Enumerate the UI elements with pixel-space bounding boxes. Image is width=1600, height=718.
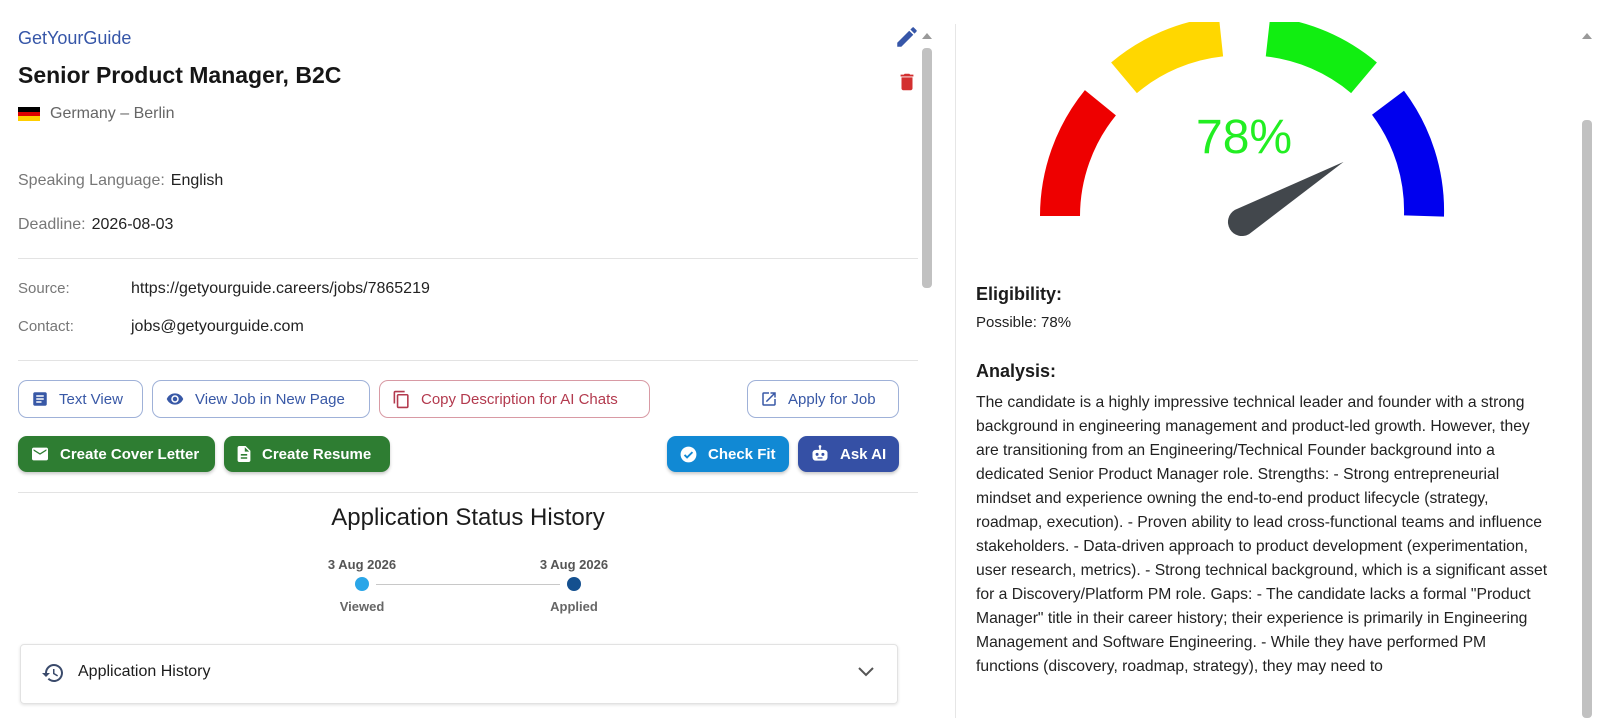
application-history-label: Application History — [78, 663, 211, 680]
create-cover-letter-label: Create Cover Letter — [60, 445, 200, 463]
analysis-heading: Analysis: — [976, 361, 1057, 381]
external-link-icon — [762, 392, 776, 406]
deadline-row: Deadline: 2026-08-03 — [18, 216, 173, 234]
apply-for-job-button[interactable]: Apply for Job — [747, 380, 899, 418]
apply-for-job-label: Apply for Job — [788, 390, 876, 408]
history-icon — [42, 664, 63, 682]
copy-description-label: Copy Description for AI Chats — [421, 390, 618, 408]
divider — [18, 360, 918, 361]
germany-flag-icon — [18, 107, 40, 122]
speaking-language-row: Speaking Language: English — [18, 172, 223, 190]
right-scrollbar[interactable] — [1580, 28, 1594, 718]
gauge-needle — [1227, 161, 1344, 237]
location-text: Germany – Berlin — [50, 105, 175, 122]
edit-button[interactable] — [894, 24, 920, 50]
text-view-button[interactable]: Text View — [18, 380, 143, 418]
job-location: Germany – Berlin — [18, 105, 175, 123]
text-doc-icon — [33, 392, 47, 406]
check-fit-button[interactable]: Check Fit — [667, 436, 789, 472]
gauge-arc-green — [1265, 22, 1377, 94]
deadline-label: Deadline: — [18, 216, 86, 233]
scroll-up-arrow-icon[interactable] — [1582, 33, 1592, 39]
text-view-label: Text View — [59, 390, 123, 408]
right-scrollbar-thumb[interactable] — [1582, 120, 1592, 718]
company-name[interactable]: GetYourGuide — [18, 28, 131, 49]
status-history-title: Application Status History — [331, 504, 605, 531]
speaking-language-value: English — [170, 172, 224, 189]
eye-icon — [166, 393, 184, 405]
eligibility-value: Possible: 78% — [976, 314, 1072, 331]
timeline-connector — [376, 584, 560, 585]
job-detail-panel — [0, 24, 955, 718]
pencil-icon — [897, 27, 917, 47]
timeline-date: 3 Aug 2026 — [539, 557, 609, 572]
delete-button[interactable] — [896, 70, 918, 94]
source-label: Source: — [18, 280, 70, 297]
copy-description-button[interactable]: Copy Description for AI Chats — [379, 380, 650, 418]
deadline-value: 2026-08-03 — [91, 216, 174, 233]
timeline-date: 3 Aug 2026 — [327, 557, 397, 572]
mail-icon — [32, 447, 48, 461]
copy-icon — [393, 390, 409, 408]
view-job-new-page-button[interactable]: View Job in New Page — [152, 380, 370, 418]
contact-email[interactable]: jobs@getyourguide.com — [131, 318, 304, 336]
document-icon — [237, 446, 251, 462]
divider — [18, 492, 918, 493]
eligibility-heading: Eligibility: — [976, 284, 1063, 304]
left-scrollbar-thumb[interactable] — [922, 48, 932, 288]
timeline-label: Viewed — [339, 599, 385, 614]
chevron-down-icon[interactable] — [857, 665, 875, 679]
fit-percent-text: 78% — [1196, 111, 1293, 164]
check-fit-label: Check Fit — [708, 445, 776, 463]
timeline-label: Applied — [550, 599, 598, 614]
view-job-new-page-label: View Job in New Page — [195, 390, 345, 408]
gauge-arc-yellow — [1111, 22, 1224, 94]
timeline-dot-applied — [567, 577, 581, 591]
ask-ai-button[interactable]: Ask AI — [798, 436, 899, 472]
ask-ai-label: Ask AI — [840, 445, 887, 463]
contact-label: Contact: — [18, 318, 74, 335]
timeline-dot-viewed — [355, 577, 369, 591]
gauge-arc-red — [1040, 90, 1117, 217]
trash-icon — [900, 73, 914, 91]
application-history-accordion[interactable]: Application History — [20, 644, 898, 704]
create-resume-label: Create Resume — [262, 445, 372, 463]
analysis-text: The candidate is a highly impressive tec… — [976, 394, 1548, 675]
job-title: Senior Product Manager, B2C — [18, 62, 342, 88]
create-resume-button[interactable]: Create Resume — [224, 436, 390, 472]
source-link[interactable]: https://getyourguide.careers/jobs/786521… — [131, 280, 430, 298]
scroll-up-arrow-icon[interactable] — [922, 33, 932, 39]
gauge-arc-blue — [1371, 90, 1445, 217]
speaking-language-label: Speaking Language: — [18, 172, 165, 189]
check-circle-icon — [680, 446, 697, 462]
create-cover-letter-button[interactable]: Create Cover Letter — [18, 436, 215, 472]
divider — [18, 258, 918, 259]
robot-icon — [812, 445, 828, 461]
page: GetYourGuide Senior Product Manager, B2C… — [0, 0, 1600, 718]
left-scrollbar[interactable] — [920, 28, 934, 718]
